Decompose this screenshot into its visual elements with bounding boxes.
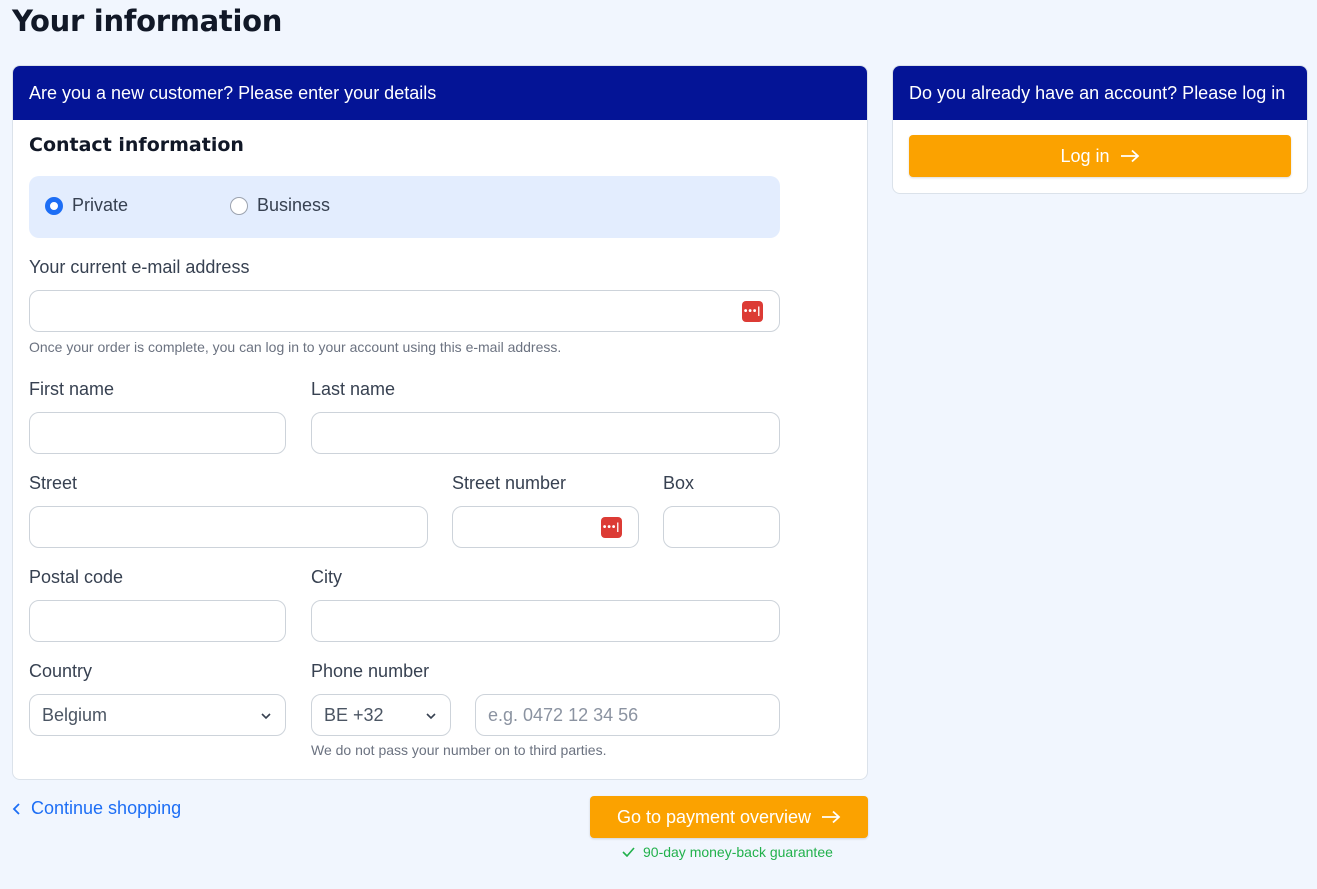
country-value: Belgium — [42, 704, 108, 725]
continue-shopping-label: Continue shopping — [31, 798, 182, 818]
existing-customer-card: Do you already have an account? Please l… — [892, 65, 1308, 194]
guarantee-text: 90-day money-back guarantee — [643, 844, 833, 860]
box-field[interactable] — [663, 506, 780, 548]
street-number-field[interactable]: •••| — [452, 506, 639, 548]
arrow-right-icon — [1120, 149, 1139, 163]
email-label: Your current e-mail address — [29, 257, 250, 277]
street-label: Street — [29, 473, 78, 493]
go-to-payment-button[interactable]: Go to payment overview — [590, 796, 868, 838]
phone-number-field[interactable]: e.g. 0472 12 34 56 — [475, 694, 780, 736]
radio-private[interactable]: Private — [45, 195, 128, 216]
email-field[interactable]: •••| — [29, 290, 780, 332]
continue-shopping-link[interactable]: Continue shopping — [12, 798, 181, 819]
phone-prefix-value: BE +32 — [324, 704, 384, 725]
existing-customer-header: Do you already have an account? Please l… — [893, 66, 1307, 120]
login-button[interactable]: Log in — [909, 135, 1291, 177]
last-name-field[interactable] — [311, 412, 780, 454]
password-manager-icon[interactable]: •••| — [601, 517, 622, 538]
login-label: Log in — [1060, 145, 1110, 166]
radio-business-indicator[interactable] — [230, 196, 248, 215]
check-icon — [622, 847, 635, 857]
radio-business-label: Business — [257, 195, 331, 215]
city-field[interactable] — [311, 600, 780, 642]
go-to-payment-label: Go to payment overview — [616, 806, 812, 827]
first-name-label: First name — [29, 379, 115, 399]
box-label: Box — [663, 473, 695, 493]
first-name-field[interactable] — [29, 412, 286, 454]
radio-business[interactable]: Business — [230, 195, 330, 216]
street-number-label: Street number — [452, 473, 567, 493]
chevron-down-icon — [261, 713, 271, 720]
phone-label: Phone number — [311, 661, 430, 681]
chevron-down-icon — [426, 713, 436, 720]
password-manager-icon[interactable]: •••| — [742, 301, 763, 322]
email-hint: Once your order is complete, you can log… — [29, 339, 562, 355]
last-name-label: Last name — [311, 379, 396, 399]
city-label: City — [311, 567, 342, 587]
chevron-left-icon — [12, 802, 20, 815]
postal-code-field[interactable] — [29, 600, 286, 642]
country-select[interactable]: Belgium — [29, 694, 286, 736]
new-customer-header: Are you a new customer? Please enter you… — [13, 66, 867, 120]
customer-type-group: Private Business — [29, 176, 780, 238]
radio-private-label: Private — [72, 195, 129, 215]
postal-code-label: Postal code — [29, 567, 124, 587]
section-title: Contact information — [29, 134, 244, 156]
street-field[interactable] — [29, 506, 428, 548]
arrow-right-icon — [822, 810, 841, 824]
radio-private-indicator[interactable] — [45, 196, 63, 215]
money-back-guarantee: 90-day money-back guarantee — [622, 844, 833, 860]
phone-prefix-select[interactable]: BE +32 — [311, 694, 451, 736]
country-label: Country — [29, 661, 93, 681]
phone-hint: We do not pass your number on to third p… — [311, 742, 607, 758]
page-title: Your information — [12, 4, 283, 38]
new-customer-card: Are you a new customer? Please enter you… — [12, 65, 868, 780]
phone-placeholder: e.g. 0472 12 34 56 — [488, 704, 639, 725]
